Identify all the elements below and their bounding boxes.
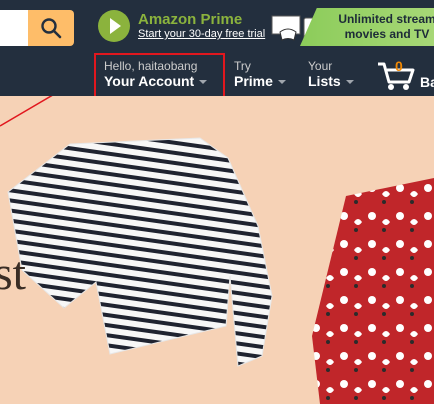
search-input[interactable] [0,10,28,46]
account-menu[interactable]: Hello, haitaobang Your Account [104,59,208,90]
account-greeting: Hello, haitaobang [104,59,198,73]
chevron-down-icon [199,80,208,85]
streaming-line-1: Unlimited stream [338,12,434,26]
lists-label: Lists [308,73,341,89]
prime-try-text: Try [234,59,251,73]
prime-promo-link[interactable]: Amazon Prime Start your 30-day free tria… [98,8,265,44]
prime-promo-texts: Amazon Prime Start your 30-day free tria… [138,11,265,41]
prime-promo-title: Amazon Prime [138,11,243,28]
prime-label: Prime [234,73,273,89]
hero-headline-fragment: st [0,247,27,300]
cart-label[interactable]: Ba [420,74,434,90]
prime-menu[interactable]: Try Prime [234,60,286,90]
lists-menu[interactable]: Your Lists [308,60,354,90]
prime-promo-subtitle[interactable]: Start your 30-day free trial [138,28,265,41]
search-icon [41,18,62,39]
chevron-down-icon [277,80,286,85]
streaming-promo-banner[interactable]: Unlimited stream movies and TV [300,8,434,46]
streaming-line-2: movies and TV [344,27,430,41]
lists-your-text: Your [308,59,333,73]
striped-shirt [7,137,273,367]
account-label: Your Account [104,73,195,89]
prime-label-row: Prime [234,73,286,90]
lists-label-row: Lists [308,73,354,90]
play-icon [98,10,130,42]
account-label-row: Your Account [104,73,208,90]
nav-bar: Hello, haitaobang Your Account Try Prime… [0,48,434,96]
chevron-down-icon [345,80,354,85]
hero-banner[interactable]: st [0,96,434,404]
cart-count: 0 [395,58,403,74]
hero-image [0,96,434,404]
annotation-arrow [0,96,53,127]
top-bar: Amazon Prime Start your 30-day free tria… [0,0,434,48]
floral-skirt [312,178,434,404]
search-button[interactable] [28,10,74,46]
